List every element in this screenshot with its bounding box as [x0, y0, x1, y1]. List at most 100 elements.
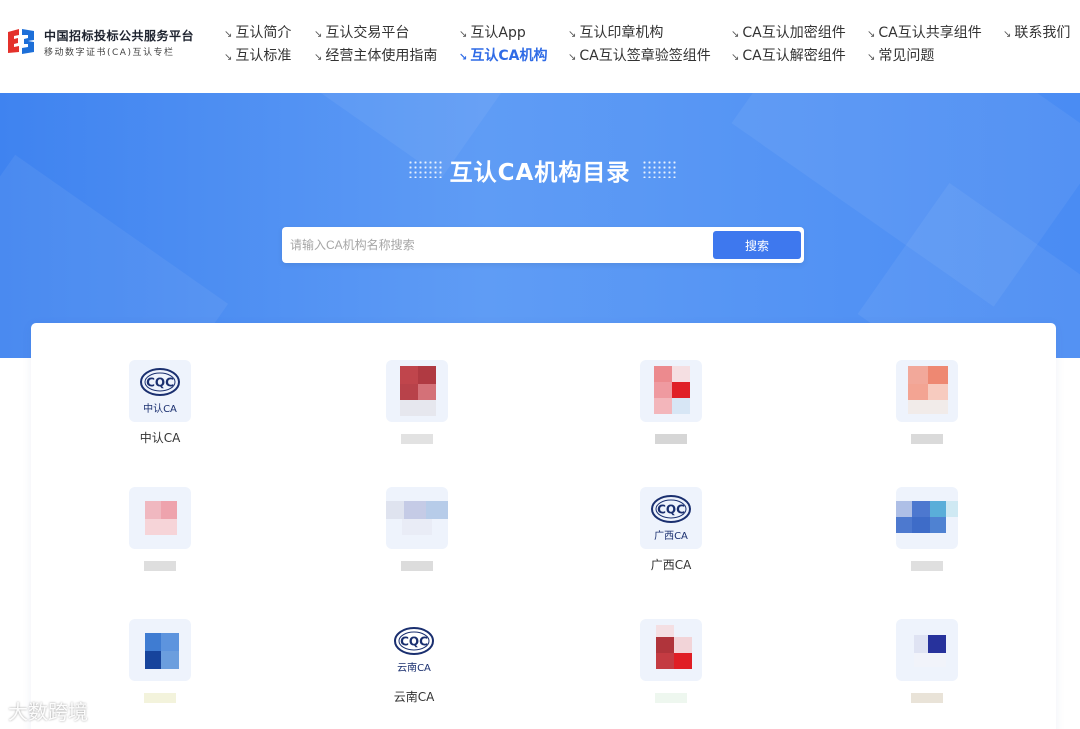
blurred-label	[401, 560, 433, 571]
ca-name	[621, 430, 721, 446]
nav-label: 互认CA机构	[470, 48, 548, 64]
blurred-label	[144, 692, 176, 703]
cqc-logo-text: CQC	[400, 635, 428, 649]
nav-label: CA互认解密组件	[742, 48, 846, 64]
ca-item[interactable]	[110, 619, 210, 705]
search-button[interactable]: 搜索	[713, 231, 801, 259]
arrow-icon: ↘	[1003, 29, 1012, 40]
ca-logo: CQC 云南CA	[383, 619, 445, 681]
blurred-label	[401, 433, 433, 444]
ca-logo: CQC 中认CA	[129, 360, 191, 422]
nav-ca-agencies[interactable]: ↘ 互认CA机构	[459, 45, 548, 65]
nav-contact[interactable]: ↘ 联系我们	[1003, 22, 1070, 42]
dots-decoration-right	[642, 160, 678, 178]
ca-directory-card: CQC 中认CA 中认CA CQC 广西CA 广西CA CQC 云南CA 云南C…	[31, 323, 1056, 729]
nav-signature-component[interactable]: ↘ CA互认签章验签组件	[568, 45, 711, 65]
nav-faq[interactable]: ↘ 常见问题	[867, 45, 934, 65]
ca-name: 广西CA	[650, 558, 692, 572]
ca-logo-blurred	[896, 619, 958, 681]
ca-item[interactable]	[367, 487, 467, 573]
ca-name	[367, 430, 467, 446]
ca-logo-blurred	[896, 360, 958, 422]
arrow-icon: ↘	[314, 52, 323, 63]
ca-logo-blurred	[386, 360, 448, 422]
nav-label: 互认简介	[235, 25, 292, 41]
arrow-icon: ↘	[314, 29, 323, 40]
nav-label: 联系我们	[1014, 25, 1071, 41]
ca-item[interactable]	[110, 487, 210, 573]
arrow-icon: ↘	[224, 52, 233, 63]
ca-item[interactable]	[621, 360, 721, 446]
ca-item[interactable]: CQC 云南CA 云南CA	[364, 619, 464, 705]
ca-item[interactable]	[367, 360, 467, 446]
arrow-icon: ↘	[459, 29, 468, 40]
ca-name	[877, 557, 977, 573]
site-header: 中国招标投标公共服务平台 移动数字证书(CA)互认专栏 ↘ 互认简介 ↘ 互认交易平…	[0, 0, 1080, 93]
nav-label: CA互认加密组件	[742, 25, 846, 41]
ca-item[interactable]	[877, 619, 977, 705]
nav-seal-agencies[interactable]: ↘ 互认印章机构	[568, 22, 663, 42]
blurred-label	[144, 560, 176, 571]
arrow-icon: ↘	[459, 52, 468, 63]
cqc-logo-icon: CQC	[394, 627, 434, 655]
ca-logo-blurred	[640, 360, 702, 422]
cqc-logo-text: CQC	[657, 503, 685, 517]
ca-name	[621, 689, 721, 705]
arrow-icon: ↘	[731, 29, 740, 40]
ca-logo-caption: 广西CA	[654, 531, 688, 542]
ca-name	[877, 430, 977, 446]
nav-label: 经营主体使用指南	[325, 48, 438, 64]
ca-item[interactable]: CQC 中认CA 中认CA	[110, 360, 210, 446]
nav-decryption-component[interactable]: ↘ CA互认解密组件	[731, 45, 846, 65]
nav-label: 互认App	[470, 25, 526, 41]
nav-shared-component[interactable]: ↘ CA互认共享组件	[867, 22, 982, 42]
ca-logo-caption: 云南CA	[397, 663, 431, 674]
arrow-icon: ↘	[568, 29, 577, 40]
platform-subtitle: 移动数字证书(CA)互认专栏	[44, 48, 175, 58]
nav-app[interactable]: ↘ 互认App	[459, 22, 526, 42]
arrow-icon: ↘	[731, 52, 740, 63]
page-title: 互认CA机构目录	[449, 160, 631, 186]
ca-logo-caption: 中认CA	[143, 404, 177, 415]
arrow-icon: ↘	[224, 29, 233, 40]
ca-name: 中认CA	[139, 431, 181, 445]
nav-label: 常见问题	[878, 48, 935, 64]
nav-trading-platform[interactable]: ↘ 互认交易平台	[314, 22, 409, 42]
cqc-logo-text: CQC	[146, 376, 174, 390]
blurred-label	[911, 692, 943, 703]
ca-item[interactable]	[621, 619, 721, 705]
blurred-label	[911, 433, 943, 444]
nav-label: 互认标准	[235, 48, 292, 64]
nav-user-guide[interactable]: ↘ 经营主体使用指南	[314, 45, 437, 65]
ca-name	[877, 689, 977, 705]
ca-logo-blurred	[129, 619, 191, 681]
nav-label: CA互认共享组件	[878, 25, 982, 41]
blurred-label	[655, 433, 687, 444]
blurred-label	[655, 692, 687, 703]
ca-name	[367, 557, 467, 573]
ca-logo: CQC 广西CA	[640, 487, 702, 549]
ca-logo-blurred	[896, 487, 958, 549]
nav-encryption-component[interactable]: ↘ CA互认加密组件	[731, 22, 846, 42]
ca-logo-blurred	[386, 487, 448, 549]
cqc-logo-icon: CQC	[140, 368, 180, 396]
ca-item[interactable]	[877, 487, 977, 573]
hero-banner: 互认CA机构目录 搜索	[0, 93, 1080, 358]
watermark: 大数跨境	[8, 700, 88, 724]
nav-standards[interactable]: ↘ 互认标准	[224, 45, 291, 65]
platform-title[interactable]: 中国招标投标公共服务平台	[44, 27, 194, 44]
search-input[interactable]	[290, 231, 710, 259]
search-bar: 搜索	[282, 227, 804, 263]
ca-logo-blurred	[129, 487, 191, 549]
ca-item[interactable]: CQC 广西CA 广西CA	[621, 487, 721, 573]
nav-intro[interactable]: ↘ 互认简介	[224, 22, 291, 42]
cqc-logo-icon: CQC	[651, 495, 691, 523]
ca-item[interactable]	[877, 360, 977, 446]
platform-logo-icon[interactable]	[6, 27, 36, 55]
ca-name	[110, 689, 210, 705]
arrow-icon: ↘	[867, 52, 876, 63]
blurred-label	[911, 560, 943, 571]
nav-label: CA互认签章验签组件	[579, 48, 711, 64]
ca-name	[110, 557, 210, 573]
ca-logo-blurred	[640, 619, 702, 681]
